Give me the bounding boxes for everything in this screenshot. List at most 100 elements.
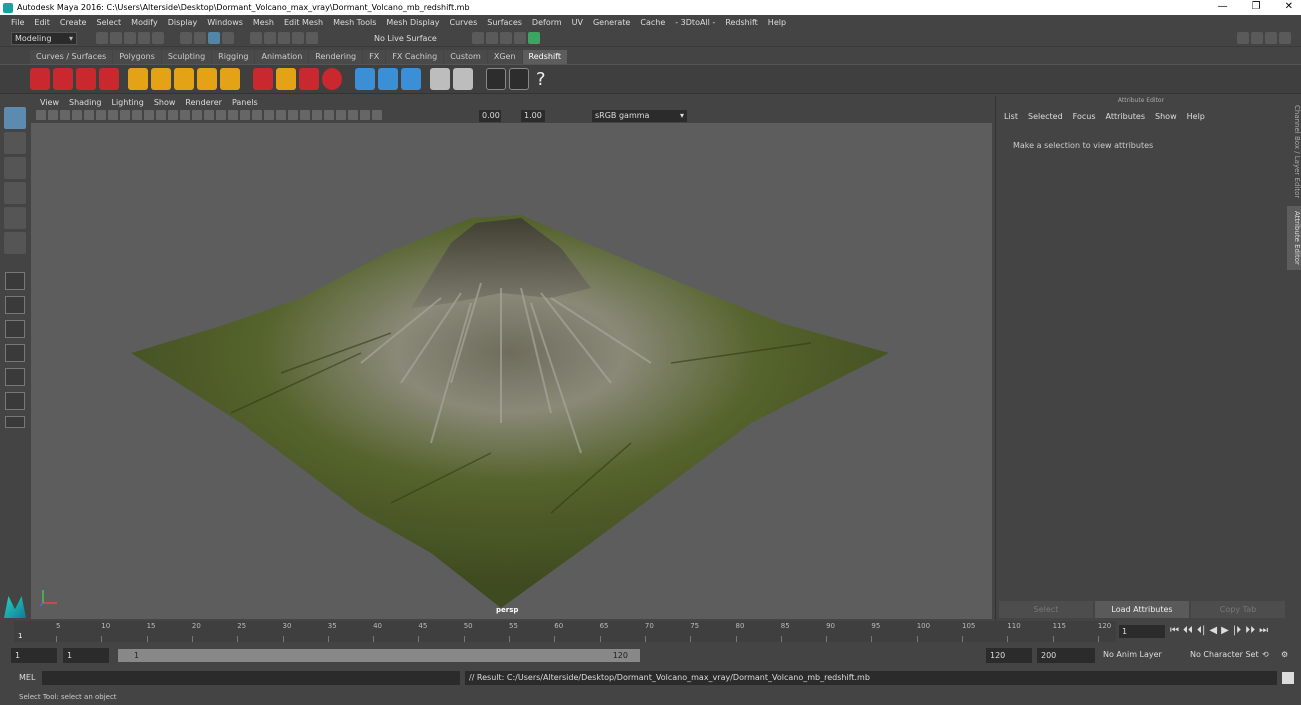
dome-light-icon[interactable] xyxy=(197,68,217,90)
channel-box-toggle-icon[interactable] xyxy=(1279,32,1291,44)
resolution-gate-icon[interactable] xyxy=(132,110,142,120)
graph-layout-icon[interactable] xyxy=(5,368,25,386)
select-hierarchy-icon[interactable] xyxy=(180,32,192,44)
redshift-settings-icon[interactable] xyxy=(99,68,119,90)
step-forward-key-icon[interactable]: ⏵⏵ xyxy=(1245,625,1255,636)
shelf-tab-polygons[interactable]: Polygons xyxy=(113,50,161,64)
shelf-tab-rigging[interactable]: Rigging xyxy=(212,50,255,64)
new-scene-icon[interactable] xyxy=(96,32,108,44)
smooth-shade-icon[interactable] xyxy=(204,110,214,120)
menu-generate[interactable]: Generate xyxy=(588,18,635,27)
color-space-dropdown[interactable]: sRGB gamma xyxy=(592,110,687,122)
menu-mesh-tools[interactable]: Mesh Tools xyxy=(328,18,381,27)
modeling-toolkit-icon[interactable] xyxy=(1237,32,1249,44)
tool-settings-icon[interactable] xyxy=(1265,32,1277,44)
snap-point-icon[interactable] xyxy=(278,32,290,44)
two-pane-layout-icon[interactable] xyxy=(5,320,25,338)
four-pane-layout-icon[interactable] xyxy=(5,296,25,314)
load-attributes-button[interactable]: Load Attributes xyxy=(1095,601,1189,618)
channel-box-tab[interactable]: Channel Box / Layer Editor xyxy=(1287,102,1301,202)
ambient-occlusion-icon[interactable] xyxy=(288,110,298,120)
shelf-tab-fx[interactable]: FX xyxy=(363,50,386,64)
material-icon[interactable] xyxy=(430,68,450,90)
attr-menu-attributes[interactable]: Attributes xyxy=(1101,112,1151,121)
viewport-menu-panels[interactable]: Panels xyxy=(227,98,263,107)
select-component-icon[interactable] xyxy=(208,32,220,44)
default-material-icon[interactable] xyxy=(216,110,226,120)
snap-view-plane-icon[interactable] xyxy=(292,32,304,44)
copy-tab-button[interactable]: Copy Tab xyxy=(1191,601,1285,618)
shelf-tab-sculpting[interactable]: Sculpting xyxy=(161,50,212,64)
render-settings-icon[interactable] xyxy=(514,32,526,44)
proxy-convert-icon[interactable] xyxy=(401,68,421,90)
script-editor-icon[interactable] xyxy=(1282,672,1294,684)
shelf-tab-fx-caching[interactable]: FX Caching xyxy=(386,50,444,64)
safe-action-icon[interactable] xyxy=(168,110,178,120)
range-bar[interactable]: 1 120 xyxy=(118,649,640,662)
bookmark-icon[interactable] xyxy=(60,110,70,120)
anti-alias-icon[interactable] xyxy=(312,110,322,120)
image-plane-icon[interactable] xyxy=(72,110,82,120)
go-to-end-icon[interactable]: ⏭ xyxy=(1259,625,1268,636)
shadows-icon[interactable] xyxy=(276,110,286,120)
step-back-frame-icon[interactable]: ⏴| xyxy=(1197,625,1205,636)
close-button[interactable]: ✕ xyxy=(1285,1,1293,12)
save-scene-icon[interactable] xyxy=(124,32,136,44)
current-frame-field[interactable]: 1 xyxy=(1119,625,1165,638)
xray-active-icon[interactable] xyxy=(360,110,370,120)
exposure-field[interactable]: 0.00 xyxy=(479,110,501,122)
wireframe-on-shaded-icon[interactable] xyxy=(228,110,238,120)
play-forwards-icon[interactable]: ▶ xyxy=(1221,625,1229,636)
xray-icon[interactable] xyxy=(240,110,250,120)
render-frame-icon[interactable] xyxy=(486,32,498,44)
viewport-menu-view[interactable]: View xyxy=(35,98,64,107)
attr-menu-help[interactable]: Help xyxy=(1182,112,1210,121)
restore-button[interactable]: ❐ xyxy=(1252,1,1261,12)
volume-icon[interactable] xyxy=(299,68,319,90)
viewport-menu-renderer[interactable]: Renderer xyxy=(180,98,227,107)
help-icon[interactable]: ? xyxy=(536,69,546,90)
menu-modify[interactable]: Modify xyxy=(126,18,163,27)
ies-light-icon[interactable] xyxy=(174,68,194,90)
menu-uv[interactable]: UV xyxy=(567,18,588,27)
shelf-tab-curves-surfaces[interactable]: Curves / Surfaces xyxy=(30,50,113,64)
camera-icon[interactable] xyxy=(36,110,46,120)
menu-cache[interactable]: Cache xyxy=(635,18,670,27)
outliner-layout-icon[interactable] xyxy=(5,344,25,362)
hypershade-layout-icon[interactable] xyxy=(5,392,25,410)
gate-mask-icon[interactable] xyxy=(144,110,154,120)
menu-redshift[interactable]: Redshift xyxy=(720,18,762,27)
safe-title-icon[interactable] xyxy=(180,110,190,120)
textured-icon[interactable] xyxy=(252,110,262,120)
attribute-editor-tab[interactable]: Attribute Editor xyxy=(1287,206,1301,270)
redshift-rv-icon[interactable] xyxy=(30,68,50,90)
ipr-render-icon[interactable] xyxy=(500,32,512,44)
preferences-icon[interactable]: ⚙ xyxy=(1281,650,1288,659)
character-set-dropdown[interactable]: No Character Set xyxy=(1190,650,1259,659)
menu-3dtoall[interactable]: - 3DtoAll - xyxy=(670,18,720,27)
xray-joints-icon[interactable] xyxy=(348,110,358,120)
sun-sky-icon[interactable] xyxy=(220,68,240,90)
proxy-export-icon[interactable] xyxy=(355,68,375,90)
animation-start-field[interactable]: 1 xyxy=(11,648,57,663)
log-icon[interactable] xyxy=(509,68,529,90)
hypershade-icon[interactable] xyxy=(528,32,540,44)
snap-grid-icon[interactable] xyxy=(250,32,262,44)
shelf-tab-xgen[interactable]: XGen xyxy=(487,50,522,64)
menu-windows[interactable]: Windows xyxy=(202,18,248,27)
mel-command-input[interactable] xyxy=(42,671,460,685)
gamma-field[interactable]: 1.00 xyxy=(521,110,545,122)
lasso-tool-icon[interactable] xyxy=(4,132,26,154)
snap-curve-icon[interactable] xyxy=(264,32,276,44)
attribute-editor-toggle-icon[interactable] xyxy=(1251,32,1263,44)
viewport-menu-shading[interactable]: Shading xyxy=(64,98,107,107)
scale-tool-icon[interactable] xyxy=(4,232,26,254)
go-to-start-icon[interactable]: ⏮ xyxy=(1170,625,1179,636)
menu-set-dropdown[interactable]: Modeling xyxy=(11,32,77,45)
viewport-menu-show[interactable]: Show xyxy=(149,98,181,107)
depth-of-field-icon[interactable] xyxy=(324,110,334,120)
menu-file[interactable]: File xyxy=(6,18,29,27)
code-editor-icon[interactable] xyxy=(486,68,506,90)
viewport-menu-lighting[interactable]: Lighting xyxy=(106,98,148,107)
select-tool-icon[interactable] xyxy=(4,107,26,129)
